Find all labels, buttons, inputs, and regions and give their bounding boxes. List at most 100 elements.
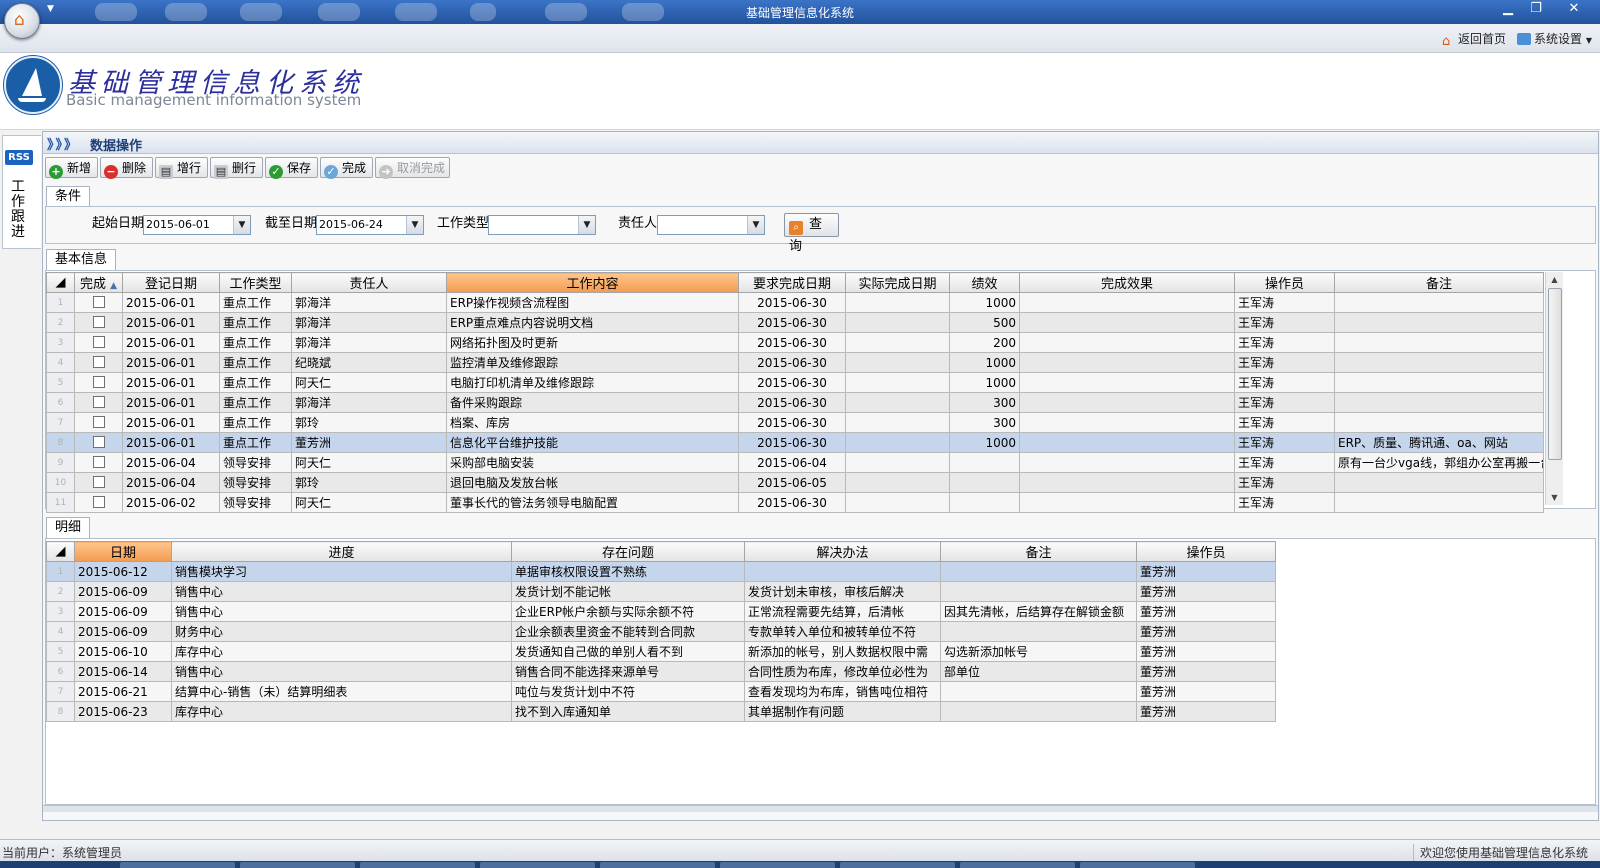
issue-cell[interactable]: 发货通知自己做的单别人看不到 bbox=[511, 641, 745, 662]
checkbox[interactable] bbox=[92, 295, 105, 308]
table-row[interactable]: 7 2015-06-01 重点工作 郭玲 档案、库房 2015-06-30 300 王军涛 bbox=[46, 412, 1544, 433]
row-number[interactable]: 1 bbox=[46, 561, 75, 582]
register-date-cell[interactable]: 2015-06-01 bbox=[122, 432, 220, 453]
checkbox[interactable] bbox=[92, 415, 105, 428]
checkbox[interactable] bbox=[92, 335, 105, 348]
actual-date-cell[interactable] bbox=[845, 492, 950, 513]
operator-cell[interactable]: 董芳洲 bbox=[1136, 661, 1276, 682]
taskbar-item[interactable] bbox=[360, 862, 475, 868]
col-header-note[interactable]: 备注 bbox=[1334, 272, 1544, 293]
operator-cell[interactable]: 王军涛 bbox=[1234, 292, 1335, 313]
cancel-complete-button[interactable]: ➜ 取消完成 bbox=[375, 157, 450, 179]
operator-cell[interactable]: 王军涛 bbox=[1234, 312, 1335, 333]
operator-cell[interactable]: 王军涛 bbox=[1234, 392, 1335, 413]
taskbar-item[interactable] bbox=[600, 862, 715, 868]
row-number[interactable]: 4 bbox=[46, 621, 75, 642]
score-cell[interactable] bbox=[949, 472, 1020, 493]
checkbox[interactable] bbox=[92, 495, 105, 508]
table-row[interactable]: 2 2015-06-01 重点工作 郭海洋 ERP重点难点内容说明文档 2015-06-3… bbox=[46, 312, 1544, 333]
checkbox[interactable] bbox=[92, 355, 105, 368]
register-date-cell[interactable]: 2015-06-02 bbox=[122, 492, 220, 513]
operator-cell[interactable]: 王军涛 bbox=[1234, 332, 1335, 353]
solution-cell[interactable]: 其单据制作有问题 bbox=[744, 701, 941, 722]
tab-detail[interactable]: 明细 bbox=[46, 517, 91, 538]
note-cell[interactable] bbox=[1334, 332, 1544, 353]
col-header-operator[interactable]: 操作员 bbox=[1234, 272, 1335, 293]
row-number[interactable]: 6 bbox=[46, 392, 75, 413]
effect-cell[interactable] bbox=[1019, 292, 1235, 313]
col-header-note[interactable]: 备注 bbox=[940, 541, 1137, 562]
solution-cell[interactable]: 正常流程需要先结算，后清帐 bbox=[744, 601, 941, 622]
date-cell[interactable]: 2015-06-09 bbox=[74, 621, 172, 642]
register-date-cell[interactable]: 2015-06-01 bbox=[122, 312, 220, 333]
row-number[interactable]: 3 bbox=[46, 332, 75, 353]
due-date-cell[interactable]: 2015-06-30 bbox=[738, 492, 846, 513]
note-cell[interactable]: 因其先清帐，后结算存在解锁金额 bbox=[940, 601, 1137, 622]
work-type-cell[interactable]: 重点工作 bbox=[219, 352, 292, 373]
note-cell[interactable] bbox=[1334, 312, 1544, 333]
progress-cell[interactable]: 销售中心 bbox=[171, 661, 512, 682]
score-cell[interactable]: 300 bbox=[949, 412, 1020, 433]
complete-checkbox[interactable] bbox=[74, 452, 123, 473]
complete-checkbox[interactable] bbox=[74, 352, 123, 373]
chevron-down-icon[interactable]: ▼ bbox=[406, 216, 423, 234]
progress-cell[interactable]: 销售模块学习 bbox=[171, 561, 512, 582]
tab-conditions[interactable]: 条件 bbox=[46, 186, 91, 207]
chevron-down-icon[interactable]: ▼ bbox=[578, 216, 595, 234]
minimize-button[interactable]: ▁ bbox=[1494, 0, 1522, 18]
work-content-cell[interactable]: 电脑打印机清单及维修跟踪 bbox=[446, 372, 739, 393]
issue-cell[interactable]: 企业ERP帐户余额与实际余额不符 bbox=[511, 601, 745, 622]
table-row[interactable]: 4 2015-06-01 重点工作 纪晓斌 监控清单及维修跟踪 2015-06-30 100… bbox=[46, 352, 1544, 373]
table-row[interactable]: 7 2015-06-21 结算中心-销售（未）结算明细表 吨位与发货计划中不符 查看发现… bbox=[46, 681, 1276, 702]
register-date-cell[interactable]: 2015-06-01 bbox=[122, 392, 220, 413]
owner-cell[interactable]: 郭玲 bbox=[291, 472, 447, 493]
effect-cell[interactable] bbox=[1019, 412, 1235, 433]
table-row[interactable]: 1 2015-06-01 重点工作 郭海洋 ERP操作视频含流程图 2015-06-30 1… bbox=[46, 292, 1544, 313]
effect-cell[interactable] bbox=[1019, 372, 1235, 393]
due-date-cell[interactable]: 2015-06-30 bbox=[738, 352, 846, 373]
chevron-down-icon[interactable]: ▼ bbox=[747, 216, 764, 234]
owner-cell[interactable]: 郭海洋 bbox=[291, 292, 447, 313]
col-header-register-date[interactable]: 登记日期 bbox=[122, 272, 220, 293]
table-row[interactable]: 9 2015-06-04 领导安排 阿天仁 采购部电脑安装 2015-06-04 王军涛 原有… bbox=[46, 452, 1544, 473]
tab-basic-info[interactable]: 基本信息 bbox=[46, 249, 117, 270]
note-cell[interactable] bbox=[940, 581, 1137, 602]
effect-cell[interactable] bbox=[1019, 432, 1235, 453]
due-date-cell[interactable]: 2015-06-30 bbox=[738, 332, 846, 353]
operator-cell[interactable]: 董芳洲 bbox=[1136, 561, 1276, 582]
due-date-cell[interactable]: 2015-06-04 bbox=[738, 452, 846, 473]
note-cell[interactable] bbox=[1334, 352, 1544, 373]
date-cell[interactable]: 2015-06-23 bbox=[74, 701, 172, 722]
actual-date-cell[interactable] bbox=[845, 372, 950, 393]
table-row[interactable]: 2 2015-06-09 销售中心 发货计划不能记帐 发货计划未审核，审核后解决 董芳洲 bbox=[46, 581, 1276, 602]
checkbox[interactable] bbox=[92, 315, 105, 328]
operator-cell[interactable]: 王军涛 bbox=[1234, 432, 1335, 453]
owner-cell[interactable]: 郭玲 bbox=[291, 412, 447, 433]
scroll-thumb[interactable] bbox=[1548, 288, 1562, 460]
operator-cell[interactable]: 王军涛 bbox=[1234, 372, 1335, 393]
table-row[interactable]: 6 2015-06-14 销售中心 销售合同不能选择来源单号 合同性质为布库，修改单位必… bbox=[46, 661, 1276, 682]
taskbar-item[interactable] bbox=[720, 862, 835, 868]
operator-cell[interactable]: 王军涛 bbox=[1234, 352, 1335, 373]
table-row[interactable]: 5 2015-06-10 库存中心 发货通知自己做的单别人看不到 新添加的帐号，别人数据… bbox=[46, 641, 1276, 662]
work-content-cell[interactable]: 采购部电脑安装 bbox=[446, 452, 739, 473]
register-date-cell[interactable]: 2015-06-01 bbox=[122, 372, 220, 393]
complete-checkbox[interactable] bbox=[74, 372, 123, 393]
solution-cell[interactable]: 新添加的帐号，别人数据权限中需 bbox=[744, 641, 941, 662]
settings-link[interactable]: 系统设置 ▼ bbox=[1517, 30, 1592, 47]
effect-cell[interactable] bbox=[1019, 492, 1235, 513]
table-row[interactable]: 6 2015-06-01 重点工作 郭海洋 备件采购跟踪 2015-06-30 300 王军涛 bbox=[46, 392, 1544, 413]
effect-cell[interactable] bbox=[1019, 352, 1235, 373]
row-number[interactable]: 8 bbox=[46, 701, 75, 722]
progress-cell[interactable]: 库存中心 bbox=[171, 641, 512, 662]
register-date-cell[interactable]: 2015-06-04 bbox=[122, 452, 220, 473]
work-content-cell[interactable]: 备件采购跟踪 bbox=[446, 392, 739, 413]
work-type-cell[interactable]: 领导安排 bbox=[219, 492, 292, 513]
score-cell[interactable]: 1000 bbox=[949, 432, 1020, 453]
row-number[interactable]: 6 bbox=[46, 661, 75, 682]
owner-cell[interactable]: 阿天仁 bbox=[291, 492, 447, 513]
col-header-work-content[interactable]: 工作内容 bbox=[446, 272, 739, 293]
col-header-due-date[interactable]: 要求完成日期 bbox=[738, 272, 846, 293]
table-row[interactable]: 1 2015-06-12 销售模块学习 单据审核权限设置不熟练 董芳洲 bbox=[46, 561, 1276, 582]
solution-cell[interactable]: 查看发现均为布库，销售吨位相符 bbox=[744, 681, 941, 702]
